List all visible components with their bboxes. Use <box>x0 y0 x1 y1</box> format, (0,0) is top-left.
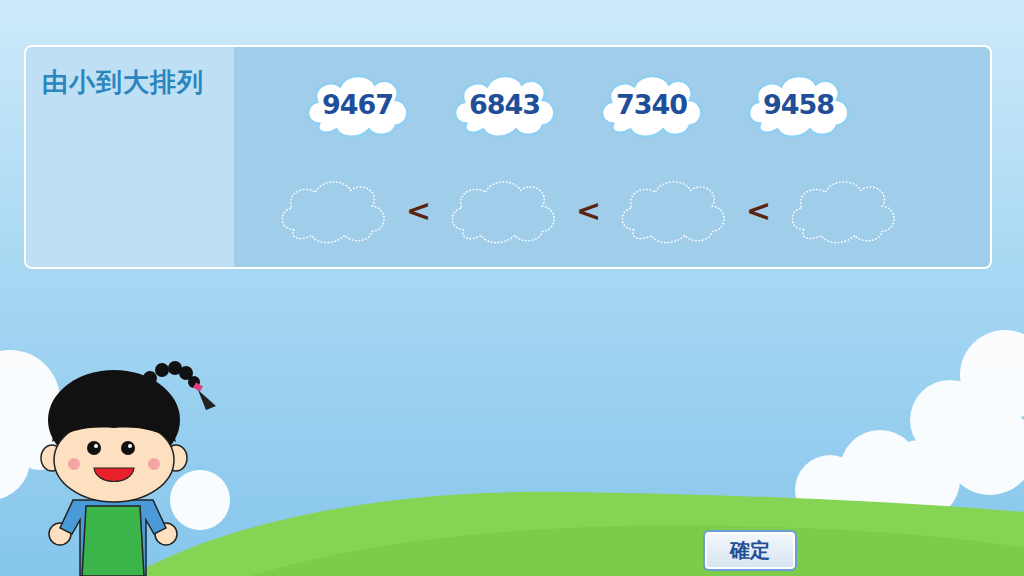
number-card[interactable]: 6843 <box>447 65 562 143</box>
answer-slot[interactable] <box>274 171 392 249</box>
less-than-sign: < <box>746 193 770 228</box>
number-card[interactable]: 9467 <box>300 65 415 143</box>
confirm-button[interactable]: 確定 <box>703 530 797 571</box>
number-card[interactable]: 7340 <box>594 65 709 143</box>
slot-outline-icon <box>444 171 562 249</box>
answer-slot[interactable] <box>444 171 562 249</box>
answer-slot[interactable] <box>784 171 902 249</box>
answer-board: 9467 6843 7340 9458 < < < <box>234 47 990 267</box>
number-value: 6843 <box>469 89 540 120</box>
answer-slot[interactable] <box>614 171 732 249</box>
bottom-row: 確定 <box>0 360 1024 576</box>
slot-outline-icon <box>784 171 902 249</box>
girl-character-icon <box>38 360 218 576</box>
game-screen: 由小到大排列 9467 6843 7340 9458 < < < 確定 <box>0 0 1024 576</box>
slot-outline-icon <box>614 171 732 249</box>
number-value: 7340 <box>616 89 687 120</box>
slot-row: < < < <box>234 171 990 249</box>
number-row: 9467 6843 7340 9458 <box>234 65 990 143</box>
less-than-sign: < <box>406 193 430 228</box>
number-card[interactable]: 9458 <box>741 65 856 143</box>
slot-outline-icon <box>274 171 392 249</box>
less-than-sign: < <box>576 193 600 228</box>
instruction-title: 由小到大排列 <box>42 65 218 100</box>
question-panel: 由小到大排列 9467 6843 7340 9458 < < < <box>24 45 992 269</box>
number-value: 9458 <box>763 89 834 120</box>
number-value: 9467 <box>322 89 393 120</box>
instruction-cell: 由小到大排列 <box>26 47 234 267</box>
